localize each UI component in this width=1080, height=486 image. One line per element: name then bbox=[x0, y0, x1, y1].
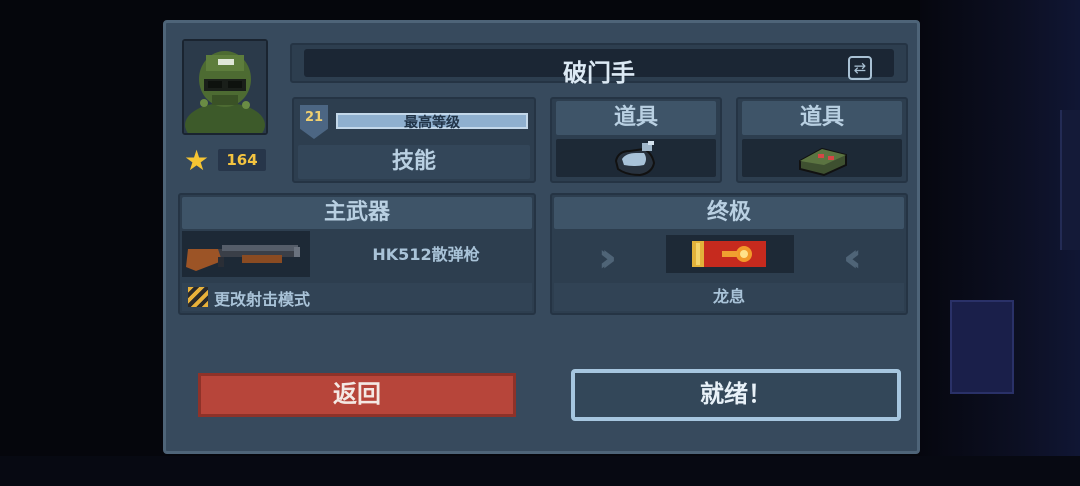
ready-button[interactable]: 就绪！ bbox=[571, 369, 901, 421]
star-icon: ★ bbox=[184, 144, 210, 177]
shotgun-icon bbox=[186, 245, 300, 271]
swap-character-icon[interactable]: ⇄ bbox=[848, 56, 872, 80]
item-slot-1[interactable]: 道具 bbox=[550, 97, 722, 183]
weapon-name: HK512散弹枪 bbox=[372, 245, 480, 264]
background-right bbox=[920, 0, 1080, 486]
ultimate-icon-slot bbox=[666, 235, 794, 273]
soldier-avatar-icon bbox=[184, 41, 266, 147]
change-fire-mode-button[interactable]: 更改射击模式 bbox=[182, 283, 532, 311]
item-icon-slot bbox=[556, 139, 716, 177]
item-title: 道具 bbox=[556, 101, 716, 135]
title-inner: 破门手 ⇄ bbox=[304, 49, 894, 87]
fire-mode-label: 更改射击模式 bbox=[214, 290, 311, 309]
skill-label: 技能 bbox=[298, 145, 530, 179]
character-name: 破门手 bbox=[563, 59, 635, 87]
level-badge: 21 bbox=[300, 105, 328, 139]
chevron-left-icon: ‹‹ bbox=[843, 235, 862, 281]
level-progress-bar: 最高等级 bbox=[336, 113, 528, 131]
character-portrait[interactable] bbox=[182, 39, 268, 147]
item-title: 道具 bbox=[742, 101, 902, 135]
ultimate-box[interactable]: 终极 ›› ‹‹ 龙息 bbox=[550, 193, 908, 315]
background-wall-panel bbox=[1060, 110, 1080, 250]
dragon-breath-shell-icon bbox=[692, 241, 766, 267]
ultimate-title: 终极 bbox=[554, 197, 904, 229]
level-label: 最高等级 bbox=[404, 115, 460, 131]
ultimate-name: 龙息 bbox=[554, 283, 904, 311]
chevron-right-icon: ›› bbox=[598, 235, 617, 281]
background-crate bbox=[950, 300, 1014, 394]
primary-weapon-box[interactable]: 主武器 HK512散弹枪 更改射击模式 bbox=[178, 193, 536, 315]
grenade-icon bbox=[614, 141, 656, 177]
item-icon-slot bbox=[742, 139, 902, 177]
star-count: 164 bbox=[218, 149, 266, 171]
item-slot-2[interactable]: 道具 bbox=[736, 97, 908, 183]
skill-box[interactable]: 21 最高等级 技能 bbox=[292, 97, 536, 183]
weapon-icon-slot bbox=[182, 231, 310, 277]
loadout-panel: ★ 164 破门手 ⇄ 21 最高等级 技能 道具 道具 主武器 HK512散弹… bbox=[163, 20, 920, 454]
character-name-bar: 破门手 ⇄ bbox=[290, 43, 908, 87]
primary-weapon-title: 主武器 bbox=[182, 197, 532, 229]
back-button[interactable]: 返回 bbox=[198, 373, 516, 417]
fire-mode-icon bbox=[188, 287, 208, 307]
background-floor bbox=[0, 456, 1080, 486]
mine-icon bbox=[799, 147, 847, 177]
